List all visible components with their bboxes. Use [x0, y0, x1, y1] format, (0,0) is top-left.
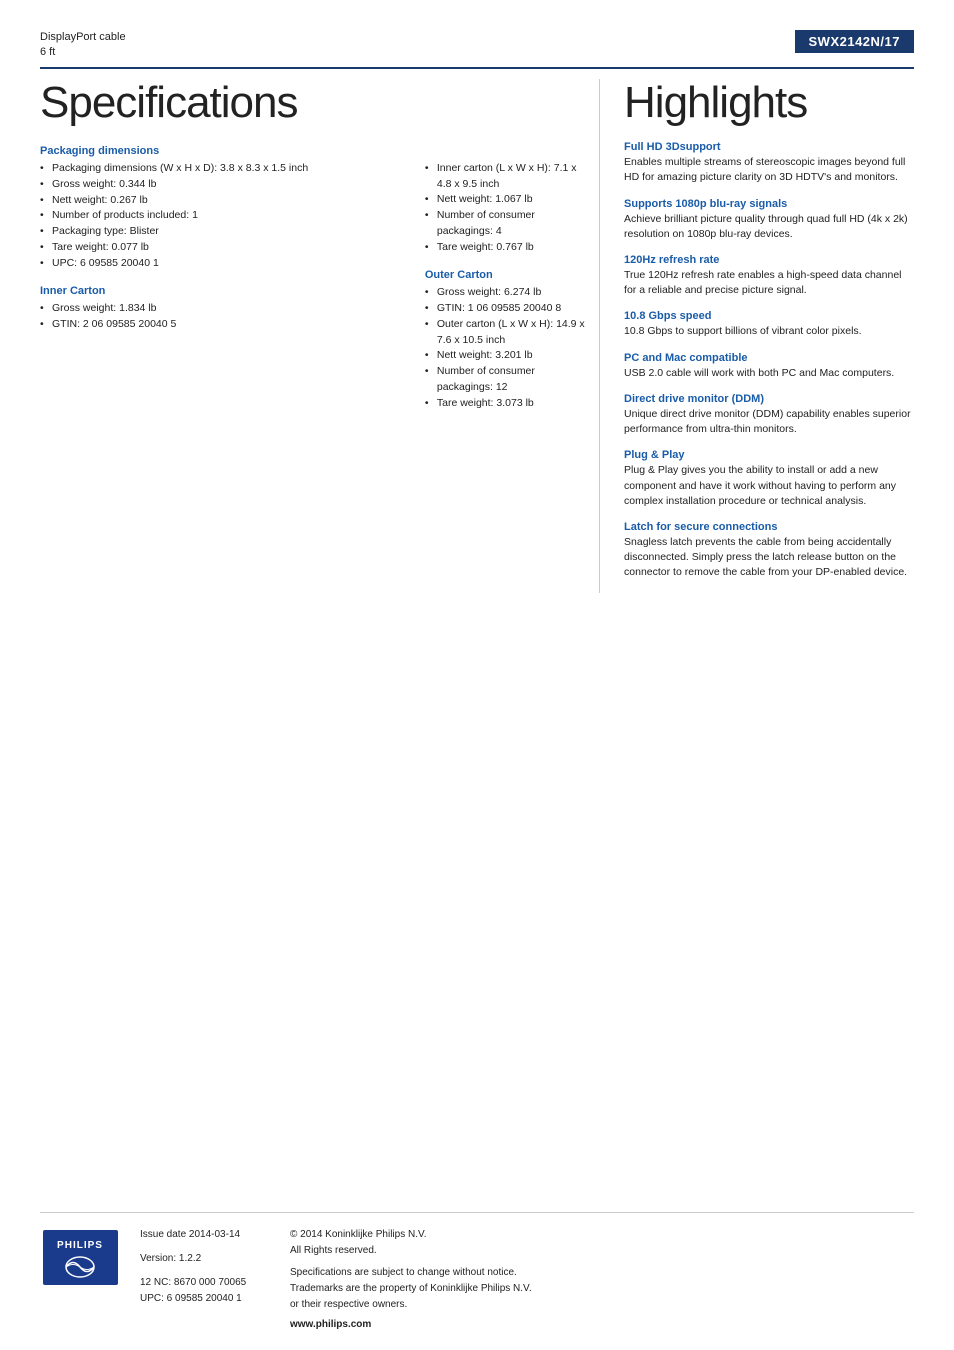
- highlight-title: Supports 1080p blu-ray signals: [624, 198, 914, 210]
- highlight-title: 120Hz refresh rate: [624, 254, 914, 266]
- highlight-desc: Plug & Play gives you the ability to ins…: [624, 463, 914, 509]
- highlight-desc: True 120Hz refresh rate enables a high-s…: [624, 268, 914, 298]
- specifications-title: Specifications: [40, 79, 395, 127]
- footer-meta: Issue date 2014-03-14 Version: 1.2.2 12 …: [140, 1227, 914, 1330]
- highlight-item: Direct drive monitor (DDM) Unique direct …: [624, 393, 914, 437]
- list-item: Tare weight: 3.073 lb: [425, 396, 589, 412]
- footer-col1: Issue date 2014-03-14 Version: 1.2.2 12 …: [140, 1227, 260, 1330]
- left-column: Specifications Packaging dimensions Pack…: [40, 79, 425, 593]
- highlight-desc: 10.8 Gbps to support billions of vibrant…: [624, 324, 914, 339]
- outer-carton-list: Gross weight: 6.274 lbGTIN: 1 06 09585 2…: [425, 285, 589, 411]
- packaging-dimensions-list: Packaging dimensions (W x H x D): 3.8 x …: [40, 161, 395, 271]
- highlight-title: Full HD 3Dsupport: [624, 141, 914, 153]
- header-divider: [40, 67, 914, 69]
- list-item: Tare weight: 0.767 lb: [425, 240, 589, 256]
- list-item: Number of consumer packagings: 4: [425, 208, 589, 240]
- list-item: Gross weight: 0.344 lb: [40, 177, 395, 193]
- website: www.philips.com: [290, 1319, 914, 1330]
- model-badge: SWX2142N/17: [795, 30, 915, 53]
- highlight-item: 120Hz refresh rate True 120Hz refresh rat…: [624, 254, 914, 298]
- highlight-title: Direct drive monitor (DDM): [624, 393, 914, 405]
- inner-carton-section: Inner Carton Gross weight: 1.834 lbGTIN:…: [40, 285, 395, 333]
- right-column: Highlights Full HD 3Dsupport Enables mult…: [599, 79, 914, 593]
- middle-col-list: Inner carton (L x W x H): 7.1 x 4.8 x 9.…: [425, 161, 589, 256]
- list-item: UPC: 6 09585 20040 1: [40, 256, 395, 272]
- product-size: 6 ft: [40, 45, 126, 60]
- list-item: Packaging dimensions (W x H x D): 3.8 x …: [40, 161, 395, 177]
- inner-carton-title: Inner Carton: [40, 285, 395, 297]
- disclaimer: Specifications are subject to change wit…: [290, 1265, 914, 1313]
- highlight-title: Latch for secure connections: [624, 521, 914, 533]
- highlight-desc: Enables multiple streams of stereoscopic…: [624, 155, 914, 185]
- packaging-dimensions-title: Packaging dimensions: [40, 145, 395, 157]
- middle-column: Inner carton (L x W x H): 7.1 x 4.8 x 9.…: [425, 79, 599, 593]
- issue-date: Issue date 2014-03-14: [140, 1227, 260, 1243]
- highlight-title: 10.8 Gbps speed: [624, 310, 914, 322]
- footer: PHILIPS Issue date 2014-03-14 Version: 1…: [40, 1212, 914, 1330]
- list-item: GTIN: 1 06 09585 20040 8: [425, 301, 589, 317]
- philips-logo: PHILIPS: [40, 1227, 120, 1287]
- nc-upc: 12 NC: 8670 000 70065UPC: 6 09585 20040 …: [140, 1275, 260, 1307]
- highlight-item: Full HD 3Dsupport Enables multiple stream…: [624, 141, 914, 185]
- list-item: Outer carton (L x W x H): 14.9 x 7.6 x 1…: [425, 317, 589, 349]
- list-item: Gross weight: 1.834 lb: [40, 301, 395, 317]
- highlight-item: Plug & Play Plug & Play gives you the abi…: [624, 449, 914, 509]
- highlight-title: Plug & Play: [624, 449, 914, 461]
- highlight-title: PC and Mac compatible: [624, 352, 914, 364]
- list-item: Inner carton (L x W x H): 7.1 x 4.8 x 9.…: [425, 161, 589, 193]
- list-item: Nett weight: 3.201 lb: [425, 348, 589, 364]
- version: Version: 1.2.2: [140, 1251, 260, 1267]
- list-item: Gross weight: 6.274 lb: [425, 285, 589, 301]
- inner-carton-list: Gross weight: 1.834 lbGTIN: 2 06 09585 2…: [40, 301, 395, 333]
- highlights-container: Full HD 3Dsupport Enables multiple stream…: [624, 141, 914, 581]
- svg-text:PHILIPS: PHILIPS: [57, 1240, 103, 1251]
- list-item: GTIN: 2 06 09585 20040 5: [40, 317, 395, 333]
- highlight-desc: Snagless latch prevents the cable from b…: [624, 535, 914, 581]
- list-item: Nett weight: 0.267 lb: [40, 193, 395, 209]
- product-name: DisplayPort cable: [40, 30, 126, 45]
- outer-carton-section: Outer Carton Gross weight: 6.274 lbGTIN:…: [425, 269, 589, 411]
- packaging-dimensions-section: Packaging dimensions Packaging dimension…: [40, 145, 395, 271]
- outer-carton-title: Outer Carton: [425, 269, 589, 281]
- product-label: DisplayPort cable 6 ft: [40, 30, 126, 61]
- highlight-item: 10.8 Gbps speed 10.8 Gbps to support bill…: [624, 310, 914, 339]
- highlight-item: Latch for secure connections Snagless lat…: [624, 521, 914, 581]
- highlight-desc: USB 2.0 cable will work with both PC and…: [624, 366, 914, 381]
- list-item: Packaging type: Blister: [40, 224, 395, 240]
- highlight-desc: Unique direct drive monitor (DDM) capabi…: [624, 407, 914, 437]
- list-item: Number of consumer packagings: 12: [425, 364, 589, 396]
- list-item: Nett weight: 1.067 lb: [425, 192, 589, 208]
- footer-col3: © 2014 Koninklijke Philips N.V.All Right…: [290, 1227, 914, 1330]
- highlights-title: Highlights: [624, 79, 914, 127]
- highlight-item: PC and Mac compatible USB 2.0 cable will …: [624, 352, 914, 381]
- highlight-desc: Achieve brilliant picture quality throug…: [624, 212, 914, 242]
- list-item: Number of products included: 1: [40, 208, 395, 224]
- copyright: © 2014 Koninklijke Philips N.V.All Right…: [290, 1227, 914, 1259]
- list-item: Tare weight: 0.077 lb: [40, 240, 395, 256]
- highlight-item: Supports 1080p blu-ray signals Achieve br…: [624, 198, 914, 242]
